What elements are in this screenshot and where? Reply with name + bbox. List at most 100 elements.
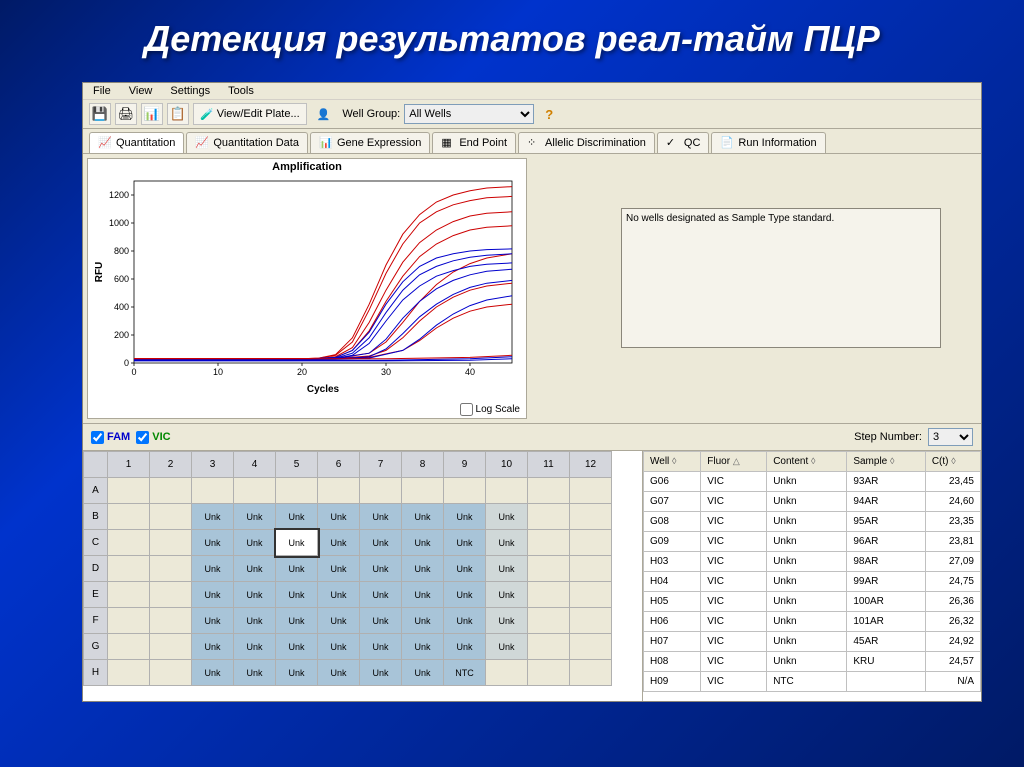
plate-well-empty[interactable] <box>318 478 360 504</box>
plate-well-empty[interactable] <box>360 478 402 504</box>
plate-row-header[interactable]: F <box>84 608 108 634</box>
plate-well-empty[interactable] <box>150 634 192 660</box>
plate-well[interactable]: Unk <box>318 660 360 686</box>
table-row[interactable]: H03VICUnkn98AR27,09 <box>644 552 981 572</box>
plate-well[interactable]: Unk <box>276 556 318 582</box>
plate-well[interactable]: Unk <box>276 582 318 608</box>
plate-well-empty[interactable] <box>570 634 612 660</box>
table-row[interactable]: G08VICUnkn95AR23,35 <box>644 512 981 532</box>
plate-well[interactable]: Unk <box>318 504 360 530</box>
menu-file[interactable]: File <box>93 85 111 97</box>
plate-well[interactable]: Unk <box>360 582 402 608</box>
plate-well[interactable]: Unk <box>402 582 444 608</box>
menu-view[interactable]: View <box>129 85 153 97</box>
plate-row-header[interactable]: E <box>84 582 108 608</box>
plate-well-empty[interactable] <box>276 478 318 504</box>
col-cq[interactable]: C(t) ◊ <box>925 452 980 472</box>
plate-well-empty[interactable] <box>528 582 570 608</box>
plate-row-header[interactable]: B <box>84 504 108 530</box>
plate-panel[interactable]: 123456789101112ABUnkUnkUnkUnkUnkUnkUnkUn… <box>83 451 643 701</box>
plate-well-empty[interactable] <box>108 478 150 504</box>
plate-col-header[interactable]: 3 <box>192 452 234 478</box>
plate-well[interactable]: Unk <box>486 504 528 530</box>
plate-col-header[interactable]: 4 <box>234 452 276 478</box>
plate-well[interactable]: Unk <box>486 582 528 608</box>
plate-well[interactable]: Unk <box>444 582 486 608</box>
plate-well-empty[interactable] <box>108 660 150 686</box>
plate-well-empty[interactable] <box>570 608 612 634</box>
plate-well-empty[interactable] <box>192 478 234 504</box>
plate-row-header[interactable]: H <box>84 660 108 686</box>
plate-well[interactable]: Unk <box>276 608 318 634</box>
tab-end-point[interactable]: ▦End Point <box>432 132 516 153</box>
save-button[interactable]: 💾 <box>89 103 111 125</box>
plate-well-empty[interactable] <box>234 478 276 504</box>
plate-well-empty[interactable] <box>528 634 570 660</box>
plate-well[interactable]: Unk <box>402 530 444 556</box>
plate-well-empty[interactable] <box>402 478 444 504</box>
plate-well-empty[interactable] <box>528 504 570 530</box>
col-sample[interactable]: Sample ◊ <box>847 452 926 472</box>
plate-well[interactable]: Unk <box>318 530 360 556</box>
step-number-select[interactable]: 3 <box>928 428 973 446</box>
plate-well-empty[interactable] <box>108 634 150 660</box>
plate-well[interactable]: Unk <box>318 582 360 608</box>
plate-col-header[interactable]: 7 <box>360 452 402 478</box>
tab-quantitation[interactable]: 📈Quantitation <box>89 132 184 153</box>
plate-well[interactable]: Unk <box>192 634 234 660</box>
plate-well[interactable]: Unk <box>486 530 528 556</box>
plate-well-empty[interactable] <box>570 582 612 608</box>
plate-well[interactable]: Unk <box>444 556 486 582</box>
plate-well[interactable]: Unk <box>234 530 276 556</box>
report-button[interactable]: 📊 <box>141 103 163 125</box>
plate-well-empty[interactable] <box>570 556 612 582</box>
plate-row-header[interactable]: G <box>84 634 108 660</box>
plate-col-header[interactable]: 8 <box>402 452 444 478</box>
plate-col-header[interactable]: 11 <box>528 452 570 478</box>
tab-qc[interactable]: ✓QC <box>657 132 710 153</box>
plate-well[interactable]: Unk <box>444 634 486 660</box>
plate-table[interactable]: 123456789101112ABUnkUnkUnkUnkUnkUnkUnkUn… <box>83 451 612 686</box>
plate-well[interactable]: Unk <box>360 660 402 686</box>
tab-run-info[interactable]: 📄Run Information <box>711 132 825 153</box>
plate-well-empty[interactable] <box>528 660 570 686</box>
plate-well-empty[interactable] <box>108 530 150 556</box>
tab-quantitation-data[interactable]: 📈Quantitation Data <box>186 132 308 153</box>
plate-well[interactable]: Unk <box>276 660 318 686</box>
clipboard-button[interactable]: 📋 <box>167 103 189 125</box>
plate-well[interactable]: Unk <box>318 608 360 634</box>
plate-well-empty[interactable] <box>528 608 570 634</box>
plate-well[interactable]: Unk <box>318 556 360 582</box>
table-row[interactable]: H07VICUnkn45AR24,92 <box>644 632 981 652</box>
plate-well[interactable]: Unk <box>234 582 276 608</box>
plate-well[interactable]: Unk <box>234 556 276 582</box>
plate-well[interactable]: Unk <box>234 660 276 686</box>
plate-well-empty[interactable] <box>108 556 150 582</box>
plate-well-empty[interactable] <box>444 478 486 504</box>
plate-col-header[interactable]: 10 <box>486 452 528 478</box>
log-scale-checkbox[interactable]: Log Scale <box>460 403 520 416</box>
log-scale-input[interactable] <box>460 403 473 416</box>
plate-well-empty[interactable] <box>150 608 192 634</box>
plate-well-empty[interactable] <box>108 582 150 608</box>
plate-well[interactable]: Unk <box>402 504 444 530</box>
table-row[interactable]: G09VICUnkn96AR23,81 <box>644 532 981 552</box>
plate-well-empty[interactable] <box>108 608 150 634</box>
table-row[interactable]: G07VICUnkn94AR24,60 <box>644 492 981 512</box>
plate-well[interactable]: Unk <box>402 556 444 582</box>
results-table[interactable]: Well ◊Fluor △Content ◊Sample ◊C(t) ◊ G06… <box>643 451 981 692</box>
plate-well-empty[interactable] <box>150 582 192 608</box>
plate-well-empty[interactable] <box>570 530 612 556</box>
data-table-panel[interactable]: Well ◊Fluor △Content ◊Sample ◊C(t) ◊ G06… <box>643 451 981 701</box>
plate-well-empty[interactable] <box>570 660 612 686</box>
plate-col-header[interactable]: 5 <box>276 452 318 478</box>
vic-checkbox[interactable]: VIC <box>136 431 170 444</box>
plate-well-empty[interactable] <box>150 530 192 556</box>
plate-well[interactable]: Unk <box>192 504 234 530</box>
plate-col-header[interactable]: 1 <box>108 452 150 478</box>
plate-row-header[interactable]: C <box>84 530 108 556</box>
help-button[interactable]: ? <box>538 103 560 125</box>
menu-settings[interactable]: Settings <box>170 85 210 97</box>
plate-well-empty[interactable] <box>570 478 612 504</box>
plate-well[interactable]: Unk <box>486 634 528 660</box>
